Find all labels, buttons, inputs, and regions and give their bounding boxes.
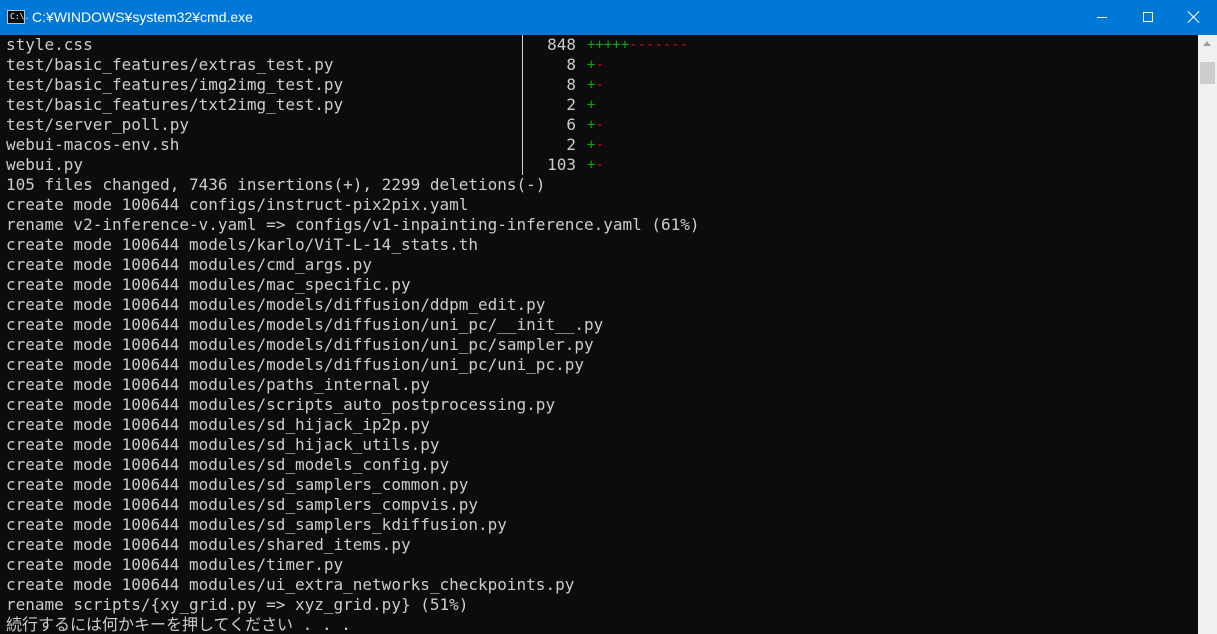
close-icon [1188, 11, 1200, 23]
cmd-icon-glyph: C:\. [10, 12, 30, 21]
output-line: create mode 100644 modules/models/diffus… [6, 335, 594, 354]
diffstat-separator [522, 95, 523, 115]
output-line: create mode 100644 modules/sd_models_con… [6, 455, 450, 474]
output-line: create mode 100644 modules/mac_specific.… [6, 275, 411, 294]
cmd-app-icon[interactable]: C:\. [7, 10, 29, 24]
output-line: create mode 100644 modules/shared_items.… [6, 535, 411, 554]
diffstat-count: 8 [566, 75, 576, 94]
diffstat-count: 848 [547, 35, 576, 54]
output-line: create mode 100644 modules/timer.py [6, 555, 344, 574]
diffstat-count: 103 [547, 155, 576, 174]
diffstat-file: test/basic_features/extras_test.py [6, 55, 334, 74]
prompt-line: 続行するには何かキーを押してください . . . [6, 615, 351, 634]
cmd-window: C:\. C:¥WINDOWS¥system32¥cmd.exe style.c… [0, 0, 1217, 634]
diffstat-graph: +- [587, 155, 604, 175]
diffstat-row: test/basic_features/img2img_test.py 8 +- [0, 75, 1198, 95]
maximize-button[interactable] [1125, 0, 1171, 35]
diffstat-file: test/server_poll.py [6, 115, 190, 134]
diffstat-separator [522, 35, 523, 55]
diffstat-count: 8 [566, 55, 576, 74]
diffstat-plus: +++++ [587, 37, 630, 53]
scroll-thumb[interactable] [1200, 62, 1215, 84]
diffstat-separator [522, 135, 523, 155]
diffstat-separator [522, 75, 523, 95]
diffstat-minus: - [595, 117, 604, 133]
diffstat-graph: +++++------- [587, 35, 688, 55]
output-line: create mode 100644 modules/sd_samplers_c… [6, 495, 479, 514]
output-line: create mode 100644 modules/ui_extra_netw… [6, 575, 575, 594]
output-line: create mode 100644 modules/sd_samplers_c… [6, 475, 469, 494]
output-line: create mode 100644 modules/scripts_auto_… [6, 395, 556, 414]
console-output[interactable]: style.css 848 +++++------- test/basic_fe… [0, 35, 1198, 634]
vertical-scrollbar[interactable] [1198, 35, 1217, 634]
diffstat-file: webui-macos-env.sh [6, 135, 180, 154]
diffstat-graph: + [587, 95, 595, 115]
output-line: 105 files changed, 7436 insertions(+), 2… [6, 175, 546, 194]
diffstat-count: 2 [566, 95, 576, 114]
diffstat-graph: +- [587, 75, 604, 95]
diffstat-file: test/basic_features/txt2img_test.py [6, 95, 344, 114]
diffstat-graph: +- [587, 135, 604, 155]
output-line: create mode 100644 modules/models/diffus… [6, 315, 604, 334]
output-line: rename scripts/{xy_grid.py => xyz_grid.p… [6, 595, 469, 614]
diffstat-row: test/server_poll.py 6 +- [0, 115, 1198, 135]
diffstat-row: style.css 848 +++++------- [0, 35, 1198, 55]
output-line: create mode 100644 modules/sd_hijack_ip2… [6, 415, 430, 434]
output-line: create mode 100644 modules/sd_hijack_uti… [6, 435, 440, 454]
window-title: C:¥WINDOWS¥system32¥cmd.exe [32, 9, 253, 25]
minimize-button[interactable] [1079, 0, 1125, 35]
minimize-icon [1097, 17, 1107, 18]
diffstat-separator [522, 155, 523, 175]
output-line: create mode 100644 modules/sd_samplers_k… [6, 515, 507, 534]
output-line: create mode 100644 modules/models/diffus… [6, 295, 546, 314]
diffstat-file: test/basic_features/img2img_test.py [6, 75, 344, 94]
close-button[interactable] [1171, 0, 1217, 35]
diffstat-minus: - [595, 57, 604, 73]
diffstat-separator [522, 55, 523, 75]
diffstat-minus: - [595, 77, 604, 93]
title-bar[interactable]: C:\. C:¥WINDOWS¥system32¥cmd.exe [0, 0, 1217, 35]
output-line: create mode 100644 modules/cmd_args.py [6, 255, 373, 274]
arrow-up-icon [1203, 41, 1211, 46]
diffstat-row: test/basic_features/txt2img_test.py 2 + [0, 95, 1198, 115]
diffstat-count: 6 [566, 115, 576, 134]
output-line: create mode 100644 modules/models/diffus… [6, 355, 584, 374]
scroll-up-button[interactable] [1198, 35, 1217, 52]
diffstat-graph: +- [587, 115, 604, 135]
diffstat-row: test/basic_features/extras_test.py 8 +- [0, 55, 1198, 75]
diffstat-row: webui-macos-env.sh 2 +- [0, 135, 1198, 155]
diffstat-minus: ------- [629, 37, 689, 53]
output-line: rename v2-inference-v.yaml => configs/v1… [6, 215, 700, 234]
diffstat-file: style.css [6, 35, 93, 54]
output-line: create mode 100644 models/karlo/ViT-L-14… [6, 235, 479, 254]
maximize-icon [1143, 12, 1153, 22]
diffstat-minus: - [595, 157, 604, 173]
output-line: create mode 100644 modules/paths_interna… [6, 375, 430, 394]
diffstat-separator [522, 115, 523, 135]
diffstat-graph: +- [587, 55, 604, 75]
diffstat-plus: + [587, 97, 596, 113]
diffstat-count: 2 [566, 135, 576, 154]
output-line: create mode 100644 configs/instruct-pix2… [6, 195, 469, 214]
diffstat-row: webui.py 103 +- [0, 155, 1198, 175]
diffstat-file: webui.py [6, 155, 84, 174]
diffstat-minus: - [595, 137, 604, 153]
